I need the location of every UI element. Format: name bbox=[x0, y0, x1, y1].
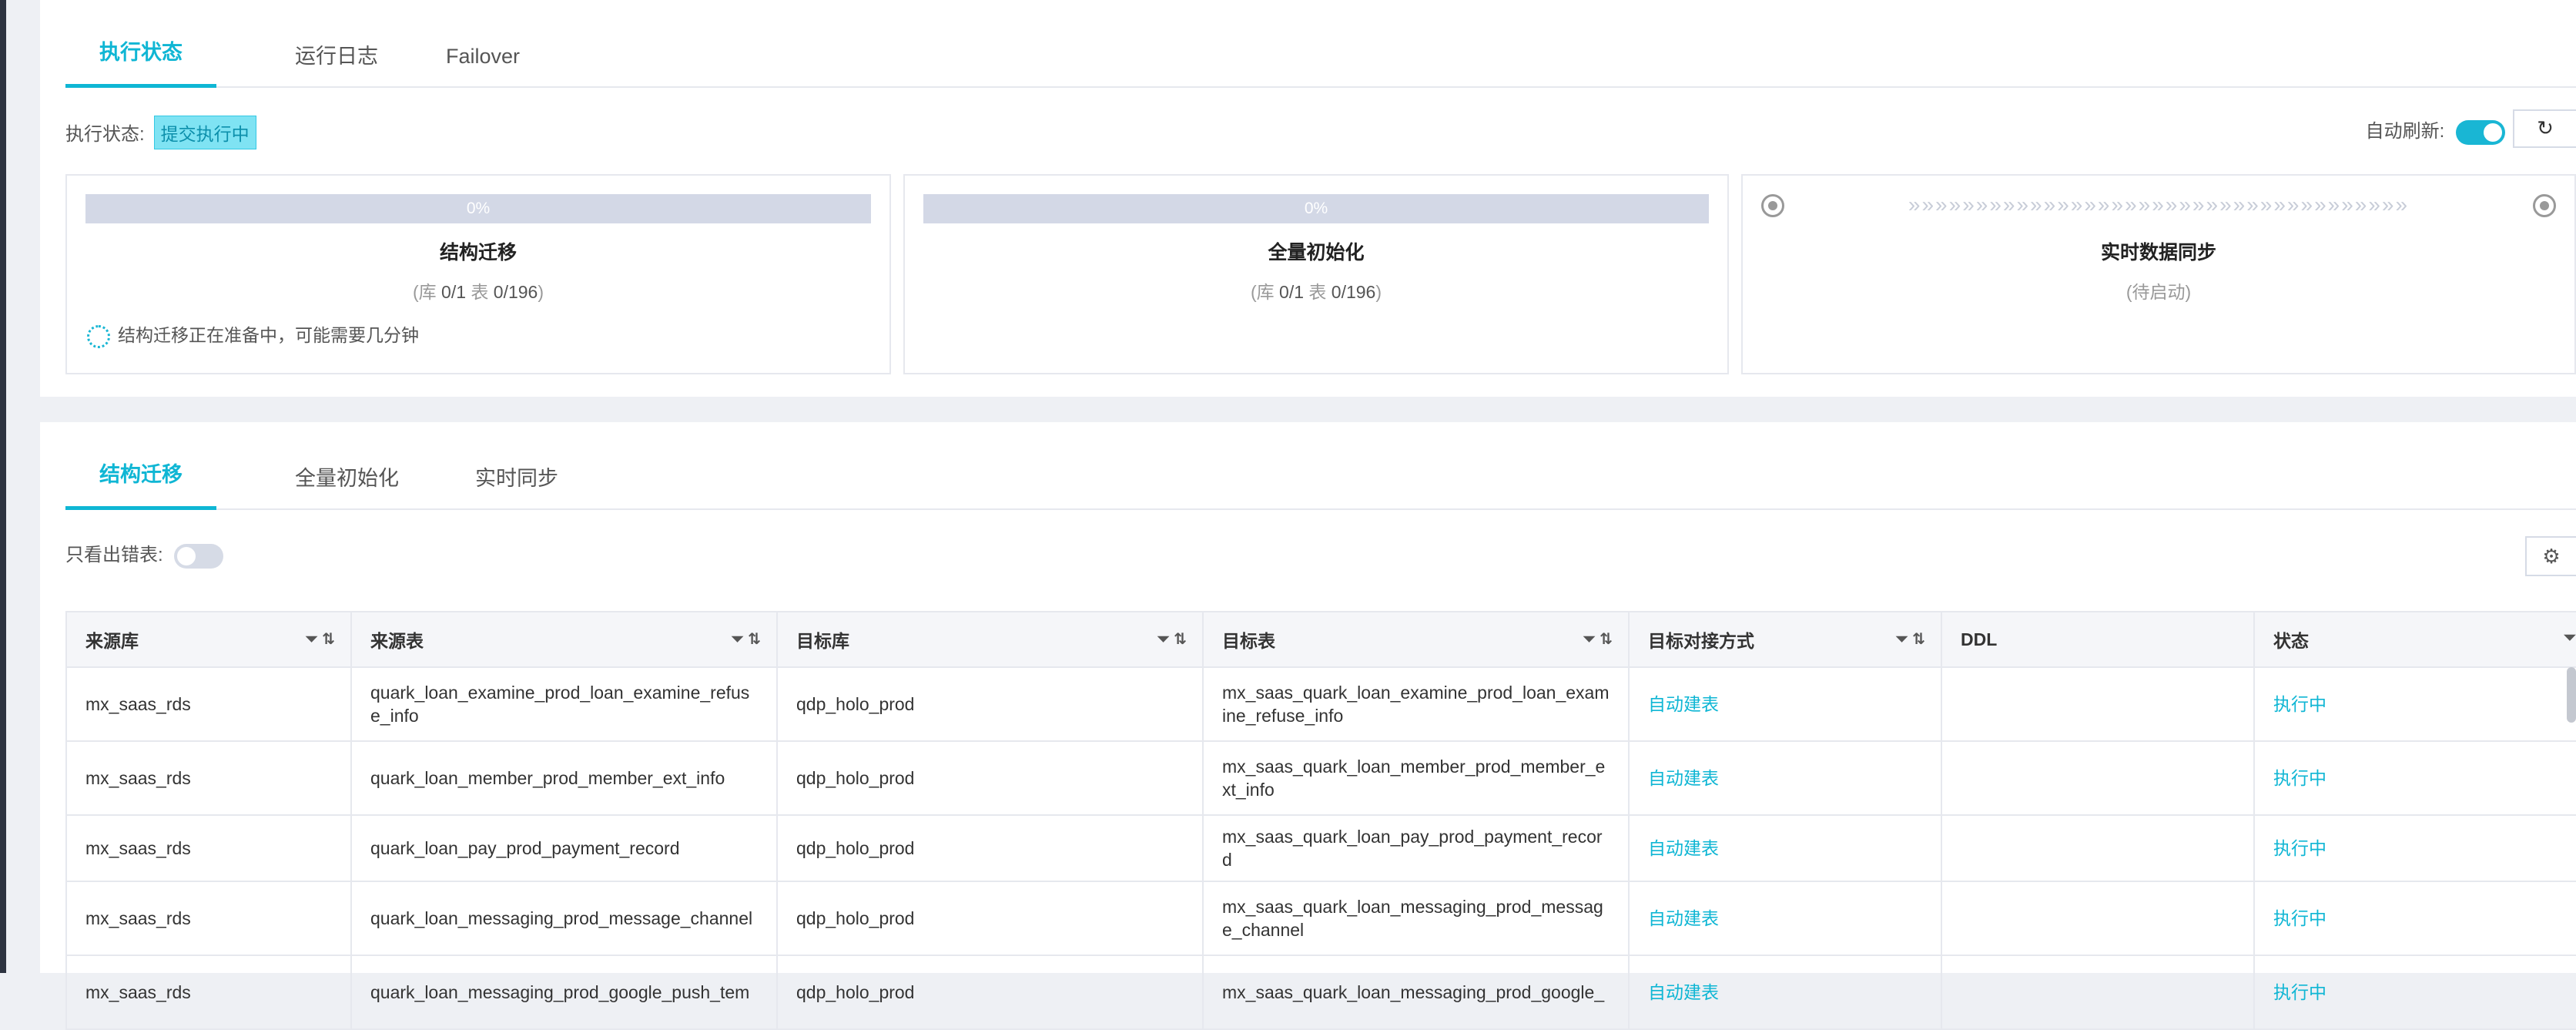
table-row: mx_saas_rds quark_loan_member_prod_membe… bbox=[65, 740, 2576, 816]
target-mode-link[interactable]: 自动建表 bbox=[1628, 740, 1942, 816]
col-source-table: 来源表 ⏷ ⇅ bbox=[350, 611, 778, 668]
structure-note: 结构迁移正在准备中，可能需要几分钟 bbox=[87, 320, 419, 348]
col-status: 状态 ⏷ bbox=[2253, 611, 2576, 668]
auto-refresh: 自动刷新: bbox=[2366, 116, 2505, 145]
details-card: 结构迁移 全量初始化 实时同步 只看出错表: ⚙ 来源库 ⏷ ⇅ 来源表 ⏷ ⇅ 目… bbox=[40, 422, 2576, 1030]
column-settings-button[interactable]: ⚙ bbox=[2525, 536, 2576, 576]
auto-refresh-toggle[interactable] bbox=[2456, 119, 2505, 145]
tab-structure-migration[interactable]: 结构迁移 bbox=[65, 420, 216, 510]
execution-status-card: 执行状态 运行日志 Failover 执行状态: 提交执行中 自动刷新: ↻ 0%… bbox=[40, 0, 2576, 397]
status-link[interactable]: 执行中 bbox=[2253, 955, 2576, 1030]
flow-chevrons-icon: »»»»»»»»»»»»»»»»»»»»»»»»»»»»»»»»»»»»» bbox=[1908, 193, 2410, 216]
filter-sort-icon[interactable]: ⏷ ⇅ bbox=[1157, 629, 1187, 649]
filter-sort-icon[interactable]: ⏷ ⇅ bbox=[1583, 629, 1613, 649]
execution-status-row: 执行状态: 提交执行中 bbox=[65, 116, 256, 149]
filter-sort-icon[interactable]: ⏷ ⇅ bbox=[1896, 629, 1925, 649]
status-link[interactable]: 执行中 bbox=[2253, 740, 2576, 816]
tab-realtime-sync[interactable]: 实时同步 bbox=[441, 424, 592, 510]
target-mode-link[interactable]: 自动建表 bbox=[1628, 666, 1942, 742]
migration-table: 来源库 ⏷ ⇅ 来源表 ⏷ ⇅ 目标库 ⏷ ⇅ 目标表 ⏷ ⇅ 目标对接方式 ⏷ ⇅ DD… bbox=[65, 611, 2576, 1030]
status-link[interactable]: 执行中 bbox=[2253, 666, 2576, 742]
structure-counts: (库 0/1 表 0/196) bbox=[412, 282, 544, 302]
table-row: mx_saas_rds quark_loan_messaging_prod_me… bbox=[65, 881, 2576, 956]
table-scrollbar[interactable] bbox=[2567, 667, 2576, 723]
structure-migration-panel: 0% 结构迁移 (库 0/1 表 0/196) 结构迁移正在准备中，可能需要几分… bbox=[65, 174, 891, 374]
target-mode-link[interactable]: 自动建表 bbox=[1628, 814, 1942, 882]
structure-progress-bar: 0% bbox=[85, 194, 871, 223]
target-mode-link[interactable]: 自动建表 bbox=[1628, 881, 1942, 956]
tab-run-log[interactable]: 运行日志 bbox=[261, 2, 412, 88]
full-init-panel: 0% 全量初始化 (库 0/1 表 0/196) bbox=[903, 174, 1729, 374]
end-target-icon bbox=[2533, 194, 2556, 217]
filter-icon[interactable]: ⏷ bbox=[2564, 629, 2576, 647]
table-row: mx_saas_rds quark_loan_examine_prod_loan… bbox=[65, 666, 2576, 742]
full-init-title: 全量初始化 bbox=[1268, 242, 1365, 263]
top-tabs: 执行状态 运行日志 Failover bbox=[65, 0, 2576, 88]
table-row: mx_saas_rds quark_loan_messaging_prod_go… bbox=[65, 955, 2576, 1030]
realtime-status: (待启动) bbox=[2125, 282, 2192, 302]
loading-spinner-icon bbox=[87, 324, 110, 348]
filter-sort-icon[interactable]: ⏷ ⇅ bbox=[732, 629, 761, 649]
error-filter: 只看出错表: bbox=[65, 539, 224, 569]
gear-icon: ⚙ bbox=[2542, 545, 2561, 568]
refresh-icon: ↻ bbox=[2537, 116, 2554, 139]
status-badge: 提交执行中 bbox=[153, 116, 256, 149]
status-link[interactable]: 执行中 bbox=[2253, 814, 2576, 882]
error-filter-label: 只看出错表: bbox=[65, 545, 163, 565]
target-mode-link[interactable]: 自动建表 bbox=[1628, 955, 1942, 1030]
full-init-counts: (库 0/1 表 0/196) bbox=[1250, 282, 1382, 302]
execution-status-label: 执行状态: bbox=[65, 124, 145, 145]
full-init-progress-bar: 0% bbox=[923, 194, 1709, 223]
status-link[interactable]: 执行中 bbox=[2253, 881, 2576, 956]
col-ddl: DDL bbox=[1941, 611, 2255, 668]
structure-title: 结构迁移 bbox=[439, 242, 517, 263]
realtime-title: 实时数据同步 bbox=[2100, 242, 2216, 263]
col-target-db: 目标库 ⏷ ⇅ bbox=[776, 611, 1204, 668]
filter-sort-icon[interactable]: ⏷ ⇅ bbox=[306, 629, 335, 649]
col-source-db: 来源库 ⏷ ⇅ bbox=[65, 611, 352, 668]
tab-execution-status[interactable]: 执行状态 bbox=[65, 0, 216, 88]
left-nav-strip bbox=[0, 0, 6, 973]
table-header-row: 来源库 ⏷ ⇅ 来源表 ⏷ ⇅ 目标库 ⏷ ⇅ 目标表 ⏷ ⇅ 目标对接方式 ⏷ ⇅ DD… bbox=[65, 611, 2576, 668]
start-target-icon bbox=[1761, 194, 1784, 217]
tab-failover[interactable]: Failover bbox=[412, 2, 554, 88]
realtime-sync-panel: »»»»»»»»»»»»»»»»»»»»»»»»»»»»»»»»»»»»» 实时… bbox=[1741, 174, 2576, 374]
table-row: mx_saas_rds quark_loan_pay_prod_payment_… bbox=[65, 814, 2576, 882]
detail-tabs: 结构迁移 全量初始化 实时同步 bbox=[65, 422, 2576, 510]
tab-full-init[interactable]: 全量初始化 bbox=[261, 424, 433, 510]
refresh-button[interactable]: ↻ bbox=[2513, 109, 2576, 148]
col-target-table: 目标表 ⏷ ⇅ bbox=[1202, 611, 1630, 668]
col-target-mode: 目标对接方式 ⏷ ⇅ bbox=[1628, 611, 1942, 668]
error-only-toggle[interactable] bbox=[174, 543, 224, 569]
auto-refresh-label: 自动刷新: bbox=[2365, 121, 2445, 142]
